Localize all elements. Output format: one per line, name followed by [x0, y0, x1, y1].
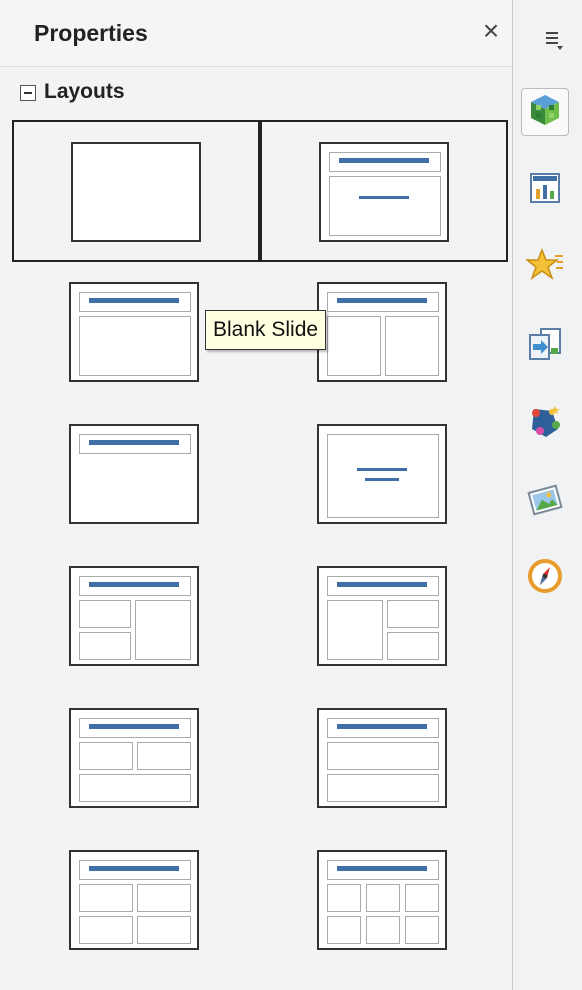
- content-bar: [365, 478, 399, 481]
- content-placeholder: [385, 316, 439, 376]
- slide-transition-icon: [527, 326, 563, 367]
- layout-thumbnail: [317, 424, 447, 524]
- panel-title: Properties: [34, 20, 148, 46]
- slide-transition-tab[interactable]: [521, 322, 569, 370]
- title-bar: [89, 440, 179, 445]
- layout-title-2content-content[interactable]: [12, 546, 260, 688]
- panel-header: Properties ×: [0, 0, 512, 66]
- layout-thumbnail: [317, 708, 447, 808]
- gallery-icon: [526, 481, 564, 524]
- layout-title-content-over-content[interactable]: [260, 688, 508, 830]
- sidebar-menu-icon[interactable]: [543, 26, 565, 52]
- title-bar: [89, 866, 179, 871]
- content-placeholder: [387, 600, 439, 628]
- layout-title-2content-over-content[interactable]: [12, 688, 260, 830]
- layout-thumbnail: [317, 850, 447, 950]
- properties-cube-icon: [528, 93, 562, 132]
- layout-thumbnail: [317, 566, 447, 666]
- content-placeholder: [327, 884, 361, 912]
- header-divider: [0, 66, 512, 67]
- custom-animation-tab[interactable]: [521, 244, 569, 292]
- content-placeholder: [327, 316, 381, 376]
- content-placeholder: [327, 742, 439, 770]
- layout-title-4content[interactable]: [12, 830, 260, 972]
- content-placeholder: [137, 884, 191, 912]
- content-placeholder: [387, 632, 439, 660]
- master-slides-tab[interactable]: [521, 166, 569, 214]
- custom-animation-star-icon: [524, 247, 564, 290]
- content-placeholder: [405, 884, 439, 912]
- layout-blank[interactable]: [12, 120, 260, 262]
- title-bar: [337, 724, 427, 729]
- content-placeholder: [137, 916, 191, 944]
- close-button[interactable]: ×: [478, 16, 504, 46]
- content-bar: [357, 468, 407, 471]
- navigator-tab[interactable]: [521, 554, 569, 602]
- layout-title-6content[interactable]: [260, 830, 508, 972]
- layouts-section-header[interactable]: Layouts: [0, 70, 512, 116]
- content-placeholder: [79, 916, 133, 944]
- content-placeholder: [405, 916, 439, 944]
- layout-centered-text[interactable]: [260, 404, 508, 546]
- navigator-compass-icon: [527, 558, 563, 599]
- content-placeholder: [329, 176, 441, 236]
- content-placeholder: [366, 916, 400, 944]
- styles-tab[interactable]: [521, 400, 569, 448]
- title-bar: [337, 298, 427, 303]
- title-bar: [89, 724, 179, 729]
- layouts-section-label: Layouts: [44, 80, 125, 103]
- layout-title-content[interactable]: [260, 120, 508, 262]
- sidebar-tab-bar: [513, 0, 582, 990]
- layout-thumbnail: [319, 142, 449, 242]
- content-placeholder: [327, 916, 361, 944]
- title-bar: [89, 582, 179, 587]
- layout-thumbnail: [69, 708, 199, 808]
- layout-thumbnail: [317, 282, 447, 382]
- layout-thumbnail: [71, 142, 201, 242]
- layout-thumbnail: [69, 282, 199, 382]
- properties-panel: Properties × Layouts Blank Slide: [0, 0, 513, 990]
- layout-tooltip: Blank Slide: [205, 310, 327, 350]
- content-placeholder: [79, 884, 133, 912]
- content-placeholder: [79, 774, 191, 802]
- content-placeholder: [135, 600, 191, 660]
- title-bar: [337, 866, 427, 871]
- title-bar: [89, 298, 179, 303]
- layout-thumbnail: [69, 850, 199, 950]
- styles-icon: [526, 403, 564, 446]
- content-placeholder: [327, 600, 383, 660]
- layout-title-only[interactable]: [12, 404, 260, 546]
- layout-thumbnail: [69, 424, 199, 524]
- content-placeholder: [79, 316, 191, 376]
- gallery-tab[interactable]: [521, 478, 569, 526]
- title-bar: [339, 158, 429, 163]
- content-placeholder: [327, 434, 439, 518]
- title-bar: [337, 582, 427, 587]
- content-placeholder: [366, 884, 400, 912]
- content-placeholder: [137, 742, 191, 770]
- content-placeholder: [79, 632, 131, 660]
- content-placeholder: [79, 742, 133, 770]
- layout-title-content-2content[interactable]: [260, 546, 508, 688]
- layout-thumbnail: [69, 566, 199, 666]
- collapse-icon[interactable]: [20, 85, 36, 101]
- master-slides-icon: [528, 171, 562, 210]
- content-bar: [359, 196, 409, 199]
- content-placeholder: [79, 600, 131, 628]
- properties-tab[interactable]: [521, 88, 569, 136]
- content-placeholder: [327, 774, 439, 802]
